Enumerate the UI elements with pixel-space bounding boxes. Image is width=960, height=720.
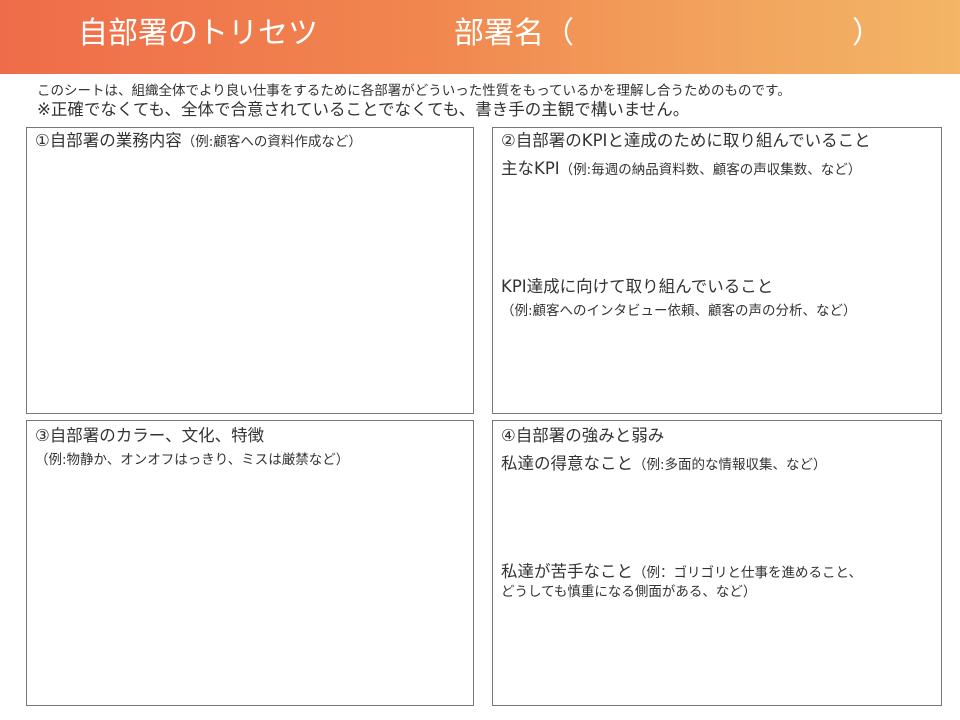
strength-label: 私達の得意なこと（例:多面的な情報収集、など） — [501, 453, 827, 476]
kpi-action-example: （例:顧客へのインタビュー依頼、顧客の声の分析、など） — [501, 303, 857, 319]
kpi-title: ②自部署のKPIと達成のために取り組んでいること — [501, 131, 871, 150]
weakness-example-line1: （例：ゴリゴリと仕事を進めること、 — [633, 565, 862, 581]
strengths-weaknesses-box: ④自部署の強みと弱み 私達の得意なこと（例:多面的な情報収集、など） 私達が苦手… — [492, 420, 942, 706]
intro-text: このシートは、組織全体でより良い仕事をするために各部署がどういった性質をもってい… — [37, 83, 791, 99]
main-kpi-example: （例:毎週の納品資料数、顧客の声収集数、など） — [559, 162, 862, 178]
intro-note: ※正確でなくても、全体で合意されていることでなくても、書き手の主観で構いません。 — [37, 100, 690, 119]
main-kpi-heading: 主なKPI — [501, 159, 560, 178]
business-content-title: ①自部署の業務内容（例:顧客への資料作成など） — [35, 130, 362, 153]
strength-example: （例:多面的な情報収集、など） — [633, 457, 827, 473]
weakness-example-line2: どうしても慎重になる側面がある、など） — [501, 584, 757, 600]
main-kpi-label: 主なKPI（例:毎週の納品資料数、顧客の声収集数、など） — [501, 158, 861, 181]
department-name-label: 部署名（ — [454, 16, 574, 51]
department-name-close-paren: ） — [852, 16, 882, 51]
kpi-action-label: KPI達成に向けて取り組んでいること — [501, 277, 774, 296]
culture-title: ③自部署のカラー、文化、特徴 — [35, 426, 265, 445]
toriset-sheet: 自部署のトリセツ 部署名（ ） このシートは、組織全体でより良い仕事をするために… — [0, 0, 960, 720]
business-content-heading: ①自部署の業務内容 — [35, 131, 182, 150]
culture-box: ③自部署のカラー、文化、特徴 （例:物静か、オンオフはっきり、ミスは厳禁など） — [26, 420, 474, 706]
header-banner: 自部署のトリセツ 部署名（ ） — [0, 0, 960, 74]
page-title: 自部署のトリセツ — [78, 16, 318, 51]
strength-heading: 私達の得意なこと — [501, 454, 633, 473]
weakness-heading: 私達が苦手なこと — [501, 562, 633, 581]
kpi-box: ②自部署のKPIと達成のために取り組んでいること 主なKPI（例:毎週の納品資料… — [492, 127, 942, 414]
culture-example: （例:物静か、オンオフはっきり、ミスは厳禁など） — [35, 452, 350, 468]
strengths-weaknesses-title: ④自部署の強みと弱み — [501, 426, 665, 445]
business-content-example: （例:顧客への資料作成など） — [181, 134, 362, 150]
weakness-label: 私達が苦手なこと（例：ゴリゴリと仕事を進めること、 — [501, 561, 862, 584]
business-content-box: ①自部署の業務内容（例:顧客への資料作成など） — [26, 127, 474, 414]
